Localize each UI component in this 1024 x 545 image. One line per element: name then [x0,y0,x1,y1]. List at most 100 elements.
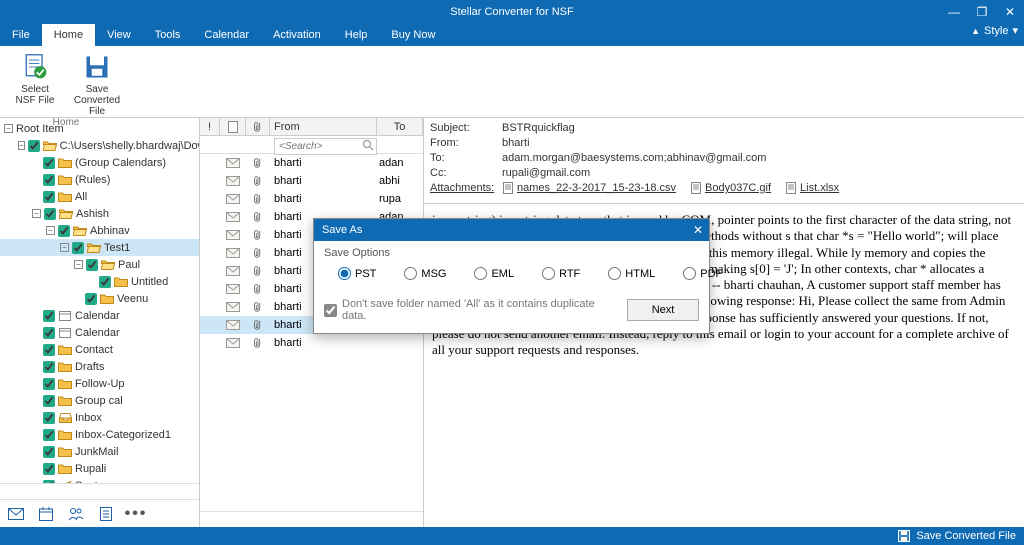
close-button[interactable]: ✕ [996,0,1024,24]
skip-all-folder-checkbox[interactable]: Don't save folder named 'All' as it cont… [324,298,621,322]
tree-checkbox[interactable] [85,293,97,305]
next-button[interactable]: Next [627,299,699,321]
format-radio-html[interactable]: HTML [608,267,655,280]
tree-node[interactable]: −Ashish [0,205,199,222]
folder-tree[interactable]: −Root Item−C:\Users\shelly.bhardwaj\Down… [0,118,199,483]
style-menu[interactable]: ▲ Style ▾ [971,24,1018,37]
tree-node[interactable]: Calendar [0,307,199,324]
more-icon[interactable]: ••• [128,506,144,522]
tree-checkbox[interactable] [43,174,55,186]
tree-node[interactable]: All [0,188,199,205]
column-importance[interactable]: ! [200,118,220,135]
format-radio-msg[interactable]: MSG [404,267,446,280]
tree-checkbox[interactable] [43,361,55,373]
tree-node[interactable]: Drafts [0,358,199,375]
attachment-item[interactable]: List.xlsx [785,182,839,194]
tree-node[interactable]: −Paul [0,256,199,273]
tree-checkbox[interactable] [99,276,111,288]
status-label[interactable]: Save Converted File [916,530,1016,542]
tree-expander[interactable]: − [18,141,25,150]
tree-checkbox[interactable] [43,395,55,407]
format-radio-pst[interactable]: PST [338,267,376,280]
tree-node[interactable]: −Root Item [0,120,199,137]
tree-expander[interactable]: − [46,226,55,235]
attachment-item[interactable]: names_22-3-2017_15-23-18.csv [502,182,676,194]
radio-input[interactable] [404,267,417,280]
save-converted-file-button[interactable]: Save Converted File [68,50,126,117]
format-radio-pdf[interactable]: PDF [683,267,722,280]
tree-node[interactable]: Veenu [0,290,199,307]
menu-help[interactable]: Help [333,24,380,46]
tree-node[interactable]: −Abhinav [0,222,199,239]
message-row[interactable]: bhartiadan [200,154,423,172]
select-nsf-file-button[interactable]: Select NSF File [6,50,64,117]
message-row[interactable]: bhartiabhi [200,172,423,190]
column-type-icon[interactable] [220,118,246,135]
menu-calendar[interactable]: Calendar [192,24,261,46]
radio-input[interactable] [608,267,621,280]
menu-file[interactable]: File [0,24,42,46]
tree-checkbox[interactable] [43,446,55,458]
tree-checkbox[interactable] [43,463,55,475]
radio-input[interactable] [683,267,696,280]
tree-checkbox[interactable] [43,310,55,322]
tree-node[interactable]: (Group Calendars) [0,154,199,171]
tree-node[interactable]: Contact [0,341,199,358]
tree-checkbox[interactable] [72,242,84,254]
tree-expander[interactable]: − [32,209,41,218]
menu-home[interactable]: Home [42,24,95,46]
search-icon[interactable] [362,138,374,150]
tree-node[interactable]: Group cal [0,392,199,409]
dialog-close-button[interactable]: ✕ [693,223,703,237]
message-row[interactable]: bhartirupa [200,190,423,208]
mail-icon[interactable] [8,506,24,522]
contacts-icon[interactable] [68,506,84,522]
dialog-title-bar[interactable]: Save As ✕ [314,219,709,241]
tree-node[interactable]: Untitled [0,273,199,290]
menu-view[interactable]: View [95,24,143,46]
notes-icon[interactable] [98,506,114,522]
tree-checkbox[interactable] [43,378,55,390]
tree-checkbox[interactable] [58,225,70,237]
tree-node[interactable]: Calendar [0,324,199,341]
tree-node[interactable]: −C:\Users\shelly.bhardwaj\Downl [0,137,199,154]
tree-expander[interactable]: − [60,243,69,252]
minimize-button[interactable]: — [940,0,968,24]
checkbox-input[interactable] [324,304,337,317]
menu-buy-now[interactable]: Buy Now [379,24,447,46]
tree-checkbox[interactable] [86,259,98,271]
tree-horizontal-scrollbar[interactable] [0,483,199,499]
calendar-icon[interactable] [38,506,54,522]
tree-node[interactable]: Inbox [0,409,199,426]
tree-checkbox[interactable] [43,191,55,203]
radio-input[interactable] [542,267,555,280]
tree-checkbox[interactable] [43,327,55,339]
tree-expander[interactable]: − [4,124,13,133]
tree-checkbox[interactable] [28,140,40,152]
restore-button[interactable]: ❐ [968,0,996,24]
tree-checkbox[interactable] [43,344,55,356]
tree-node[interactable]: Inbox-Categorized1 [0,426,199,443]
menu-activation[interactable]: Activation [261,24,333,46]
tree-checkbox[interactable] [43,429,55,441]
tree-node[interactable]: Follow-Up [0,375,199,392]
attachment-item[interactable]: Body037C.gif [690,182,771,194]
tree-node[interactable]: −Test1 [0,239,199,256]
radio-input[interactable] [338,267,351,280]
tree-node[interactable]: JunkMail [0,443,199,460]
radio-input[interactable] [474,267,487,280]
column-from[interactable]: From [270,118,377,135]
tree-checkbox[interactable] [44,208,56,220]
list-horizontal-scrollbar[interactable] [200,511,423,527]
tree-node[interactable]: Rupali [0,460,199,477]
format-radio-eml[interactable]: EML [474,267,514,280]
tree-checkbox[interactable] [43,412,55,424]
column-to[interactable]: To [377,118,423,135]
column-attachment-icon[interactable] [246,118,270,135]
tree-expander[interactable]: − [74,260,83,269]
format-radio-rtf[interactable]: RTF [542,267,580,280]
tree-node[interactable]: (Rules) [0,171,199,188]
message-row[interactable]: bharti [200,334,423,352]
menu-tools[interactable]: Tools [143,24,193,46]
tree-checkbox[interactable] [43,157,55,169]
